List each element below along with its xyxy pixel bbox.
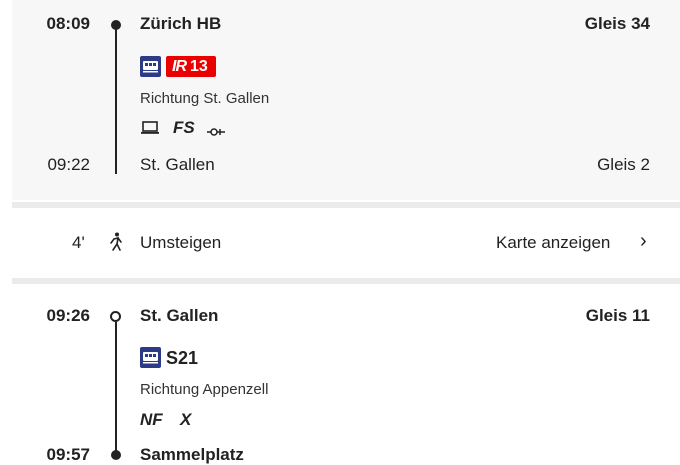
leg2-departure-time: 09:26 xyxy=(46,306,90,325)
transfer-minutes: 4' xyxy=(72,233,85,252)
coupling-icon xyxy=(206,124,226,142)
transfer-label: Umsteigen xyxy=(140,233,222,252)
train-icon-2 xyxy=(140,347,161,368)
chevron-right-icon[interactable]: › xyxy=(640,230,647,253)
leg2-departure-station[interactable]: St. Gallen xyxy=(140,306,218,326)
leg2-timeline xyxy=(115,322,117,452)
feature-fs: FS xyxy=(173,118,195,137)
map-link[interactable]: Karte anzeigen xyxy=(496,233,610,253)
ir-number: 13 xyxy=(190,58,208,75)
leg2-departure-platform: Gleis 11 xyxy=(585,306,650,325)
leg1-arrival-time: 09:22 xyxy=(47,155,90,174)
walking-icon xyxy=(108,232,124,257)
leg1-departure-time: 08:09 xyxy=(46,14,90,33)
leg1-arrival-platform: Gleis 2 xyxy=(597,155,650,174)
train-icon xyxy=(140,56,161,77)
leg1-departure-station[interactable]: Zürich HB xyxy=(140,14,221,34)
leg1-departure-platform: Gleis 34 xyxy=(584,14,650,33)
feature-x: X xyxy=(180,410,192,429)
leg2-arrival-dot xyxy=(111,450,121,460)
laptop-icon xyxy=(140,120,160,141)
leg1-timeline xyxy=(115,24,117,174)
divider-2 xyxy=(12,278,680,284)
ir-train-badge: IR 13 xyxy=(166,56,216,77)
leg2-departure-dot xyxy=(110,311,121,322)
leg2-arrival-station[interactable]: Sammelplatz xyxy=(140,445,244,465)
leg1-direction: Richtung St. Gallen xyxy=(140,90,270,107)
ir-brand: IR xyxy=(172,58,187,75)
leg2-direction: Richtung Appenzell xyxy=(140,381,269,398)
leg1-arrival-station[interactable]: St. Gallen xyxy=(140,155,215,175)
leg1-section xyxy=(12,0,680,200)
s21-line-label: S21 xyxy=(166,348,199,368)
leg2-arrival-time: 09:57 xyxy=(46,445,90,464)
feature-nf: NF xyxy=(140,410,163,429)
divider xyxy=(12,202,680,208)
